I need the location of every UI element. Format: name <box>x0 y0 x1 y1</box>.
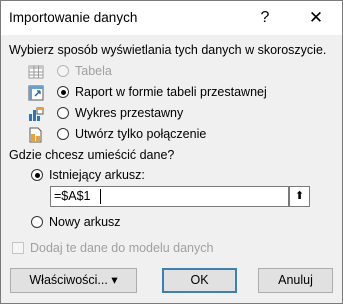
existing-sheet-label: Istniejący arkusz: <box>49 168 145 182</box>
new-sheet-label: Nowy arkusz <box>49 215 121 229</box>
properties-button[interactable]: Właściwości... ▾ <box>10 268 137 293</box>
location-section-heading: Gdzie chcesz umieścić dane? <box>9 148 175 162</box>
connection-only-icon <box>29 127 42 143</box>
table-icon <box>28 65 44 79</box>
close-button[interactable]: ✕ <box>304 6 328 30</box>
text-caret <box>100 189 101 204</box>
connection-only-label: Utwórz tylko połączenie <box>75 127 207 141</box>
view-section-heading: Wybierz sposób wyświetlania tych danych … <box>9 43 327 57</box>
cell-reference-value: =$A$1 <box>54 189 91 203</box>
option-pivot-table: Raport w formie tabeli przestawnej <box>1 84 342 102</box>
dialog-title: Importowanie danych <box>9 10 138 25</box>
table-label: Tabela <box>75 64 112 78</box>
new-sheet-radio[interactable] <box>31 216 43 228</box>
pivot-chart-label: Wykres przestawny <box>75 106 184 120</box>
title-bar: Importowanie danych ? ✕ <box>1 1 342 35</box>
import-data-dialog: Importowanie danych ? ✕ Wybierz sposób w… <box>0 0 343 304</box>
option-pivot-chart: Wykres przestawny <box>1 105 342 123</box>
option-connection-only: Utwórz tylko połączenie <box>1 126 342 144</box>
add-to-data-model-label: Dodaj te dane do modelu danych <box>30 241 214 255</box>
help-button[interactable]: ? <box>253 6 277 30</box>
pivot-table-icon <box>28 85 44 101</box>
table-radio[interactable] <box>57 65 69 77</box>
existing-sheet-radio[interactable] <box>31 169 43 181</box>
collapse-dialog-button[interactable]: ⬆ <box>289 186 310 207</box>
cancel-button[interactable]: Anuluj <box>258 268 333 293</box>
pivot-table-label: Raport w formie tabeli przestawnej <box>75 85 267 99</box>
option-table: Tabela <box>1 63 342 81</box>
pivot-chart-icon <box>29 107 44 121</box>
cell-reference-input[interactable]: =$A$1 ⬆ <box>50 186 310 207</box>
pivot-table-radio[interactable] <box>57 86 69 98</box>
pivot-chart-radio[interactable] <box>57 107 69 119</box>
connection-only-radio[interactable] <box>57 128 69 140</box>
add-to-data-model-checkbox[interactable] <box>12 242 24 254</box>
ok-button[interactable]: OK <box>162 268 237 293</box>
option-existing-sheet: Istniejący arkusz: <box>1 167 342 185</box>
option-new-sheet: Nowy arkusz <box>1 214 342 232</box>
